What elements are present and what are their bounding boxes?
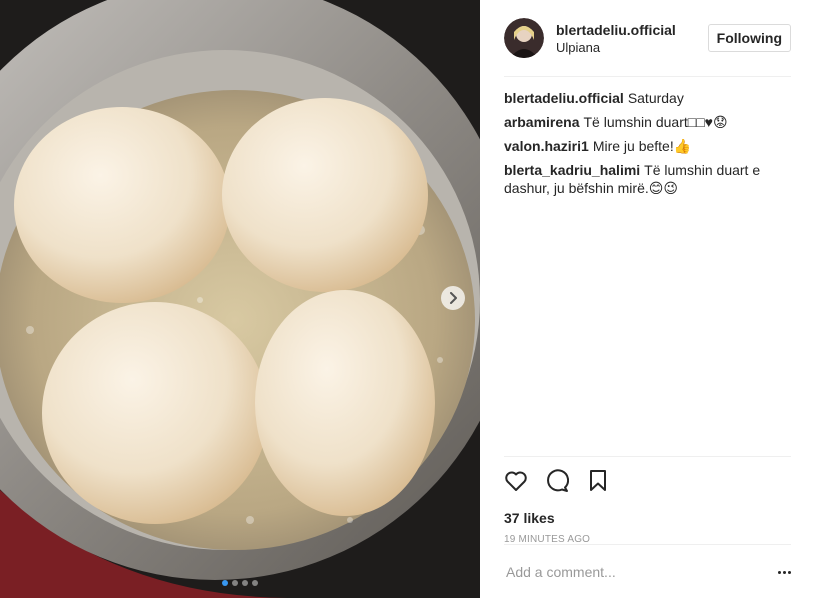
comments-list: blertadeliu.official Saturday arbamirena T…: [504, 89, 791, 203]
caption-text: Saturday: [627, 90, 684, 106]
speech-bubble-icon: [547, 469, 569, 492]
comment-username[interactable]: valon.haziri1: [504, 138, 589, 154]
carousel-dot: [232, 580, 238, 586]
comment-text: Mire ju befte!👍: [592, 138, 692, 154]
author-username[interactable]: blertadeliu.official: [556, 21, 676, 39]
like-count[interactable]: 37 likes: [504, 509, 791, 527]
carousel-dot: [252, 580, 258, 586]
post-location[interactable]: Ulpiana: [556, 39, 676, 56]
comment-item: valon.haziri1 Mire ju befte!👍: [504, 137, 791, 155]
following-button[interactable]: Following: [707, 24, 791, 52]
comment-text: Të lumshin duart□□♥😟: [583, 114, 728, 130]
carousel-dot: [222, 580, 228, 586]
three-dots-icon: [778, 570, 781, 574]
bookmark-icon: [590, 470, 606, 491]
post-actions: 37 likes 19 MINUTES AGO: [504, 456, 791, 545]
more-options-button[interactable]: [778, 570, 791, 574]
action-icons: [504, 457, 791, 503]
carousel-dot: [242, 580, 248, 586]
three-dots-icon-dot: [788, 570, 791, 574]
comment-item: blerta_kadriu_halimi Të lumshin duart e d…: [504, 161, 791, 197]
three-dots-icon-dot: [783, 570, 786, 574]
like-button[interactable]: [504, 469, 528, 493]
post-media: [0, 0, 480, 598]
comment-input[interactable]: [504, 563, 758, 581]
chevron-right-icon: [450, 292, 457, 304]
post-header: blertadeliu.official Ulpiana Following: [504, 0, 791, 77]
comment-button[interactable]: [545, 469, 569, 493]
comment-item: arbamirena Të lumshin duart□□♥😟: [504, 113, 791, 131]
comment-username[interactable]: blerta_kadriu_halimi: [504, 162, 640, 178]
post-sidebar: blertadeliu.official Ulpiana Following b…: [480, 0, 815, 598]
carousel-indicator: [0, 580, 480, 586]
add-comment-bar: [504, 544, 791, 599]
carousel-next-button[interactable]: [441, 286, 465, 310]
avatar[interactable]: [504, 18, 544, 58]
comment-username[interactable]: arbamirena: [504, 114, 579, 130]
heart-outline-icon: [505, 471, 527, 491]
profile-photo: [504, 18, 544, 58]
post-author: blertadeliu.official Ulpiana: [556, 21, 676, 56]
post-photo: [0, 0, 480, 598]
instagram-post: blertadeliu.official Ulpiana Following b…: [0, 0, 815, 598]
caption: blertadeliu.official Saturday: [504, 89, 791, 107]
caption-username[interactable]: blertadeliu.official: [504, 90, 624, 106]
save-button[interactable]: [586, 469, 610, 493]
